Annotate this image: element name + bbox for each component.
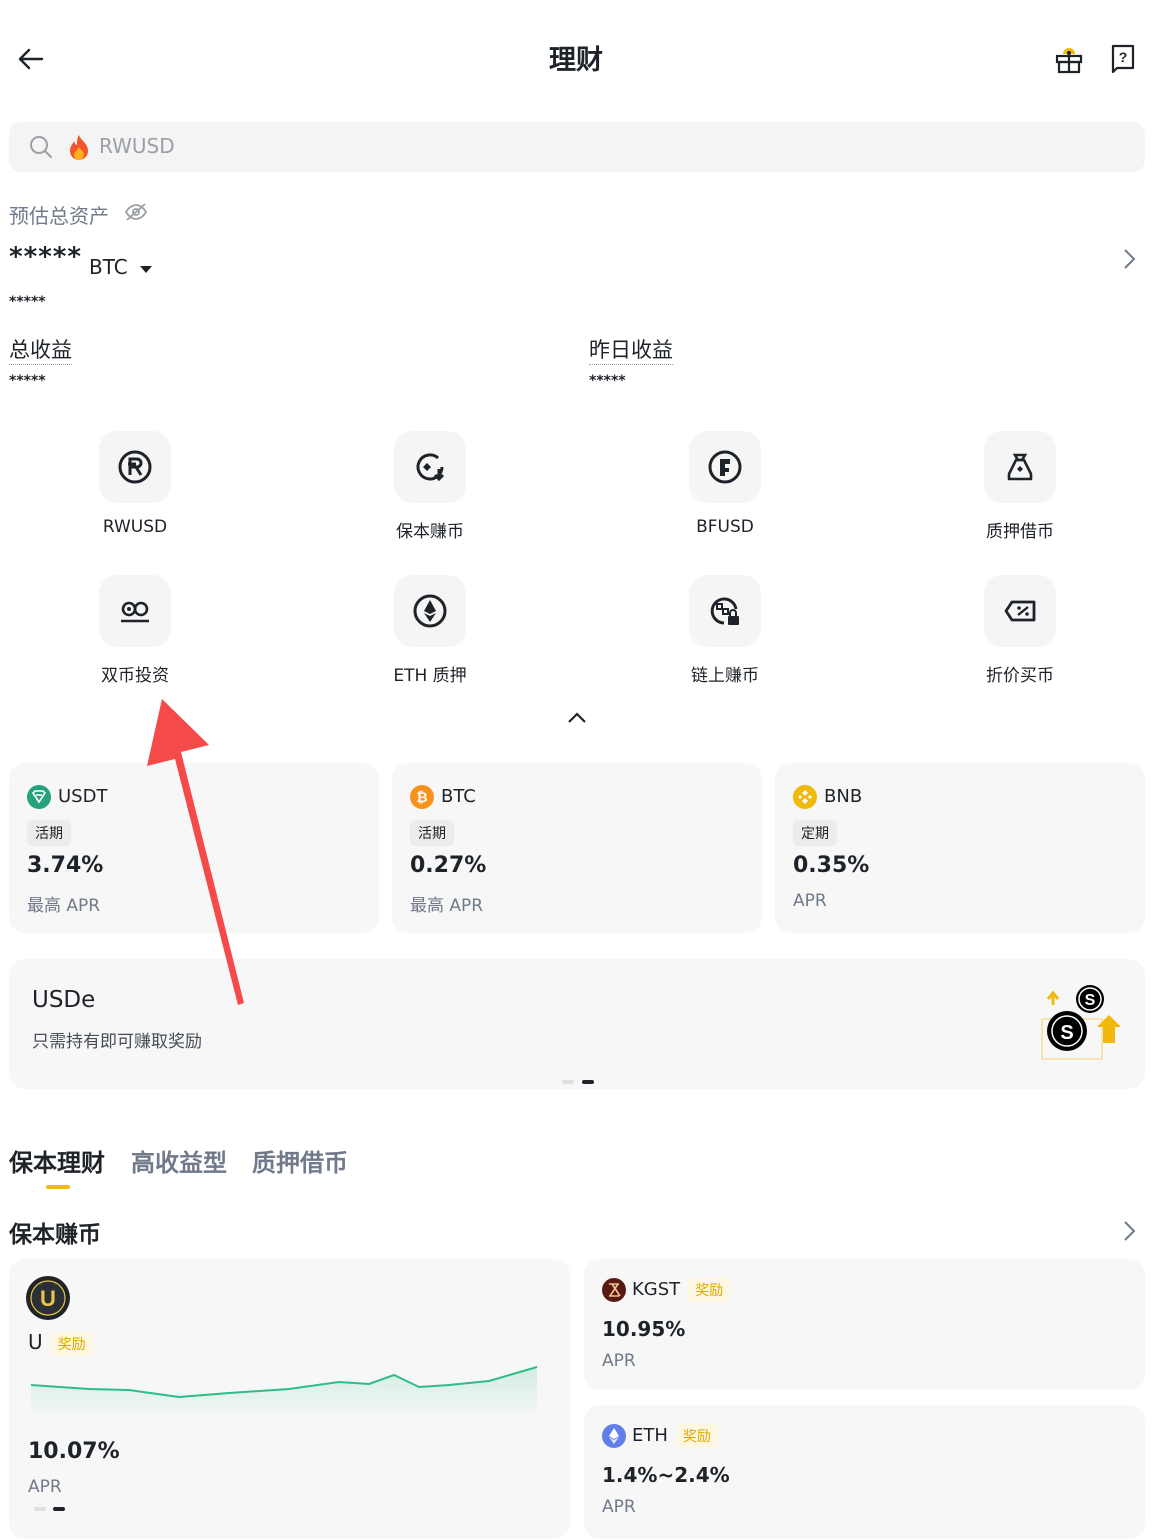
yesterday-profit-label[interactable]: 昨日收益: [589, 334, 673, 365]
coin-card-btc[interactable]: ₿ BTC 活期 0.27% 最高 APR: [392, 763, 762, 933]
tab-high-yield[interactable]: 高收益型: [131, 1143, 227, 1178]
quick-rwusd[interactable]: RWUSD: [45, 431, 225, 537]
total-profit-value: *****: [9, 373, 46, 389]
bonus-badge: 奖励: [688, 1278, 731, 1302]
apr-rate: 3.74%: [27, 853, 104, 878]
coin-card-bnb[interactable]: BNB 定期 0.35% APR: [775, 763, 1145, 933]
carousel-dot: [34, 1507, 46, 1511]
discount-ticket-icon: [1004, 600, 1036, 622]
quick-principal-protected[interactable]: 保本赚币: [340, 431, 520, 542]
assets-sub-value: *****: [9, 294, 46, 310]
help-button[interactable]: ?: [1106, 42, 1140, 76]
bfusd-icon: [708, 450, 742, 484]
svg-text:?: ?: [1119, 49, 1128, 65]
eth-coin-icon: [602, 1424, 626, 1448]
estimated-assets-label: 预估总资产: [9, 204, 109, 228]
quick-discount-buy[interactable]: 折价买币: [930, 575, 1110, 686]
collapse-chevron-up-icon[interactable]: [566, 710, 588, 726]
quick-bfusd[interactable]: BFUSD: [635, 431, 815, 537]
search-placeholder: RWUSD: [99, 134, 175, 158]
svg-text:₿: ₿: [416, 789, 427, 805]
term-tag: 定期: [793, 820, 837, 846]
apr-label: 最高 APR: [27, 896, 101, 916]
fire-icon: [70, 135, 88, 160]
tab-indicator: [46, 1185, 70, 1189]
product-name: KGST 奖励: [632, 1278, 731, 1302]
tab-crypto-loan[interactable]: 质押借币: [252, 1143, 348, 1178]
asset-unit-selector[interactable]: BTC: [89, 255, 153, 279]
eye-hidden-icon[interactable]: [124, 202, 148, 222]
help-icon: ?: [1111, 44, 1135, 74]
caret-down-icon: [140, 266, 153, 273]
bonus-badge: 奖励: [50, 1331, 93, 1356]
yesterday-profit-value: *****: [589, 373, 626, 389]
total-profit-label[interactable]: 总收益: [9, 334, 72, 365]
gift-button[interactable]: [1052, 42, 1086, 76]
dual-investment-icon: [121, 601, 149, 623]
bonus-badge: 奖励: [675, 1424, 718, 1448]
quick-onchain-earn[interactable]: 链上赚币: [635, 575, 815, 686]
bnb-coin-icon: [793, 785, 817, 809]
quick-dual-investment[interactable]: 双币投资: [45, 575, 225, 686]
apr-trend-chart: [30, 1366, 538, 1421]
coin-card-usdt[interactable]: USDT 活期 3.74% 最高 APR: [9, 763, 379, 933]
btc-coin-icon: ₿: [410, 785, 434, 809]
search-bar[interactable]: RWUSD: [9, 122, 1145, 172]
apr-rate: 10.95%: [602, 1317, 686, 1341]
rwusd-icon: [118, 450, 152, 484]
gift-icon: [1055, 48, 1083, 74]
quick-eth-staking[interactable]: ETH 质押: [340, 575, 520, 686]
usdt-coin-icon: [27, 785, 51, 809]
apr-rate: 1.4%~2.4%: [602, 1463, 730, 1487]
page-title: 理财: [549, 45, 603, 76]
quick-crypto-loan[interactable]: 质押借币: [930, 431, 1110, 542]
product-name: U 奖励: [28, 1330, 93, 1356]
onchain-lock-icon: [710, 597, 739, 625]
carousel-dot-active: [582, 1080, 594, 1084]
product-card-kgst[interactable]: KGST 奖励 10.95% APR: [584, 1259, 1145, 1390]
search-icon: [30, 136, 52, 158]
principal-protected-icon: [416, 453, 445, 482]
apr-label: APR: [28, 1477, 62, 1497]
banner-title: USDe: [32, 987, 96, 1013]
banner-subtitle: 只需持有即可赚取奖励: [32, 1032, 202, 1052]
eth-icon: [413, 594, 447, 628]
apr-label: APR: [602, 1351, 636, 1371]
carousel-dot-active: [53, 1507, 65, 1511]
asset-unit-label: BTC: [89, 255, 128, 279]
loan-bag-icon: [1007, 453, 1033, 481]
usde-banner[interactable]: USDe 只需持有即可赚取奖励 S S: [9, 959, 1145, 1089]
carousel-dot: [562, 1080, 574, 1084]
coins-growth-icon: S S: [1041, 985, 1121, 1060]
apr-rate: 0.35%: [793, 853, 870, 878]
apr-rate: 10.07%: [28, 1439, 120, 1464]
apr-label: APR: [793, 891, 827, 911]
apr-label: 最高 APR: [410, 896, 484, 916]
product-name: ETH 奖励: [632, 1424, 718, 1448]
tab-principal-protected[interactable]: 保本理财: [9, 1143, 105, 1178]
u-coin-icon: U: [26, 1276, 70, 1320]
apr-rate: 0.27%: [410, 853, 487, 878]
product-card-u[interactable]: U U 奖励 10.07% APR: [9, 1259, 570, 1539]
kgst-coin-icon: [602, 1278, 626, 1302]
term-tag: 活期: [27, 820, 71, 846]
svg-text:S: S: [1085, 992, 1096, 1009]
svg-text:S: S: [1060, 1022, 1073, 1044]
section-title: 保本赚币: [9, 1222, 101, 1248]
product-card-eth[interactable]: ETH 奖励 1.4%~2.4% APR: [584, 1405, 1145, 1539]
svg-text:U: U: [40, 1286, 56, 1311]
assets-detail-chevron-icon[interactable]: [1121, 248, 1137, 270]
total-assets-value: *****: [9, 242, 82, 272]
apr-label: APR: [602, 1497, 636, 1517]
section-more-chevron-icon[interactable]: [1121, 1220, 1137, 1242]
term-tag: 活期: [410, 820, 454, 846]
